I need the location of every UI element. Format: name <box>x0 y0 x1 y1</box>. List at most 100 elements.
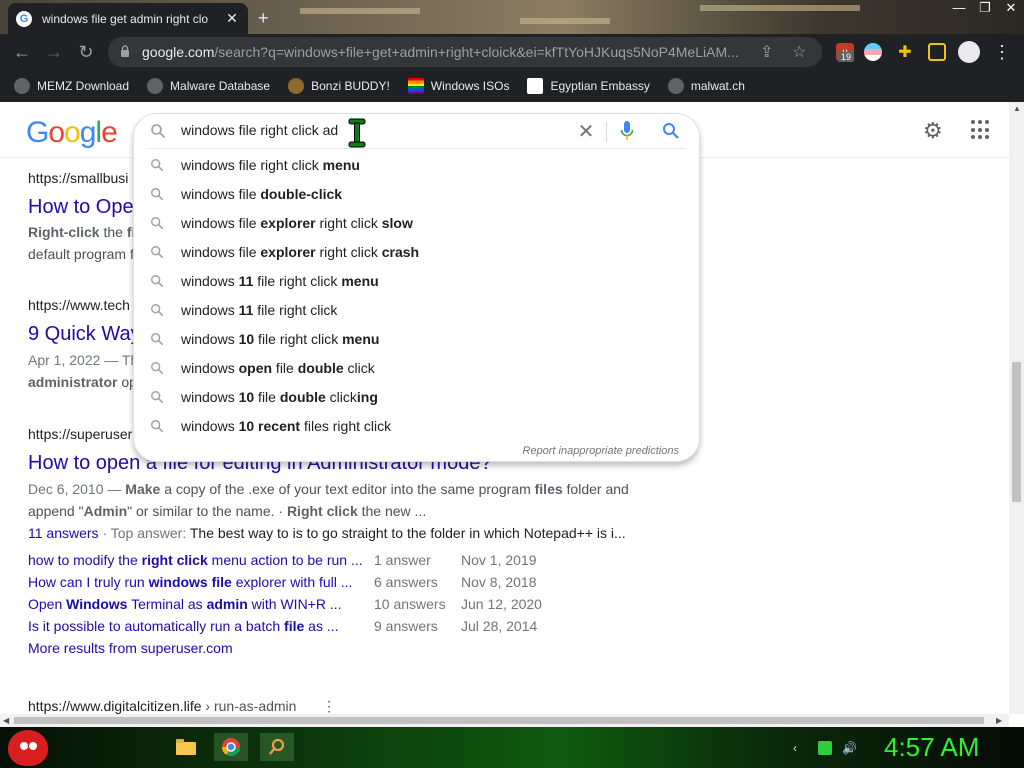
bookmark-malware-database[interactable]: Malware Database <box>147 78 270 94</box>
suggestion-item[interactable]: windows open file double click <box>134 354 699 383</box>
side-panel-icon[interactable] <box>928 43 946 61</box>
google-favicon-icon: G <box>16 10 32 27</box>
minimize-icon[interactable]: — <box>952 0 966 16</box>
suggestion-item[interactable]: windows file right click menu <box>134 151 699 180</box>
suggestion-text: windows file right click menu <box>181 157 360 173</box>
search-submit-icon[interactable] <box>662 122 680 140</box>
bookmark-memz[interactable]: MEMZ Download <box>14 78 129 94</box>
sub-result-link[interactable]: How can I truly run windows file explore… <box>28 574 352 590</box>
link-text: How can I truly run <box>28 574 149 590</box>
result-title[interactable]: 9 Quick Way <box>28 323 141 346</box>
restore-icon[interactable]: ❐ <box>978 0 992 16</box>
result-menu-icon[interactable]: ⋮ <box>322 698 336 715</box>
bookmark-malwatch[interactable]: malwat.ch <box>667 78 745 94</box>
bookmark-egyptian-embassy[interactable]: Egyptian Embassy <box>527 78 650 94</box>
profile-avatar-icon[interactable] <box>958 41 980 63</box>
logo-letter: o <box>48 116 65 149</box>
close-window-icon[interactable]: ✕ <box>1004 0 1018 16</box>
search-input[interactable] <box>181 122 581 138</box>
link-text: Is it possible to automatically run a ba… <box>28 618 285 634</box>
google-logo[interactable]: Google <box>26 116 118 150</box>
flag-extension-icon[interactable] <box>864 43 882 61</box>
tab-close-icon[interactable]: ✕ <box>224 10 240 27</box>
start-button-angry-bird-icon[interactable] <box>8 730 48 766</box>
taskbar-clock[interactable]: 4:57 AM <box>884 732 979 763</box>
file-explorer-icon[interactable] <box>172 733 200 761</box>
suggestion-item[interactable]: windows 10 recent files right click <box>134 412 699 441</box>
more-results-row[interactable]: More results from superuser.com <box>28 640 233 656</box>
top-answer-line: 11 answers · Top answer: The best way to… <box>28 522 626 544</box>
sub-result-link[interactable]: Open Windows Terminal as admin with WIN+… <box>28 596 342 612</box>
suggestion-item[interactable]: windows file explorer right click slow <box>134 209 699 238</box>
bookmarks-bar: MEMZ Download Malware Database Bonzi BUD… <box>0 70 1024 102</box>
suggestion-item[interactable]: windows 10 file right click menu <box>134 325 699 354</box>
suggestion-plain: click <box>343 360 375 376</box>
suggestion-plain: windows <box>181 273 239 289</box>
sub-result-link[interactable]: how to modify the right click menu actio… <box>28 552 363 568</box>
volume-icon[interactable]: 🔊 <box>842 741 857 755</box>
search-suggestion-dropdown: ✕ windows file right click menu windows f… <box>133 113 700 462</box>
address-bar[interactable]: google.com/search?q=windows+file+get+adm… <box>108 37 822 67</box>
suggestion-plain: windows <box>181 389 239 405</box>
bonzi-icon <box>288 78 305 94</box>
tab-title: windows file get admin right clo <box>42 11 209 26</box>
suggestion-bold: slow <box>381 215 413 231</box>
menu-kebab-icon[interactable]: ⋮ <box>990 40 1014 64</box>
share-icon[interactable]: ⇪ <box>760 42 773 62</box>
more-results-link[interactable]: More results from superuser.com <box>28 640 233 656</box>
suggestion-plain: windows <box>181 331 239 347</box>
active-tab[interactable]: G windows file get admin right clo ✕ <box>8 3 248 34</box>
puzzle-extensions-icon[interactable]: ✚ <box>896 43 914 61</box>
chrome-taskbar-icon[interactable] <box>214 733 248 761</box>
suggestion-text: windows file explorer right click crash <box>181 244 419 260</box>
new-tab-button[interactable]: + <box>258 8 269 29</box>
scroll-left-arrow-icon[interactable]: ◀ <box>3 716 9 725</box>
suggestion-item[interactable]: windows 11 file right click menu <box>134 267 699 296</box>
microphone-icon[interactable] <box>620 120 634 142</box>
search-taskbar-icon[interactable] <box>260 733 294 761</box>
scroll-up-arrow-icon[interactable]: ▲ <box>1013 104 1021 113</box>
top-answer-text: The best way to is to go straight to the… <box>189 525 626 541</box>
scroll-thumb[interactable] <box>14 717 984 724</box>
sub-result-link[interactable]: Is it possible to automatically run a ba… <box>28 618 339 634</box>
link-bold: admin <box>206 596 248 612</box>
scroll-thumb[interactable] <box>1012 362 1021 502</box>
snippet-text: the <box>99 224 127 240</box>
tray-overflow-icon[interactable]: ‹ <box>793 741 807 755</box>
search-icon <box>151 304 164 317</box>
result-cite[interactable]: https://superuser <box>28 426 132 442</box>
search-icon <box>151 246 164 259</box>
scroll-right-arrow-icon[interactable]: ▶ <box>996 716 1002 725</box>
suggestion-item[interactable]: windows file double-click <box>134 180 699 209</box>
report-predictions-link[interactable]: Report inappropriate predictions <box>522 445 679 457</box>
settings-gear-icon[interactable]: ⚙ <box>923 118 947 143</box>
link-text: how to modify the <box>28 552 142 568</box>
result-cite[interactable]: https://www.tech <box>28 297 130 313</box>
suggestion-item[interactable]: windows file explorer right click crash <box>134 238 699 267</box>
clear-search-icon[interactable]: ✕ <box>576 119 596 144</box>
suggestion-item[interactable]: windows 11 file right click <box>134 296 699 325</box>
result-cite[interactable]: https://www.digitalcitizen.life › run-as… <box>28 698 296 714</box>
forward-arrow-icon[interactable]: → <box>42 40 66 64</box>
network-icon[interactable] <box>818 741 832 755</box>
sub-result-date: Jul 28, 2014 <box>461 618 538 634</box>
suggestion-plain: file <box>254 389 280 405</box>
horizontal-scrollbar[interactable]: ◀ ▶ <box>0 714 1009 727</box>
bird-eye <box>29 742 37 750</box>
window-controls: — ❐ ✕ <box>952 0 1018 16</box>
bookmark-windows-isos[interactable]: Windows ISOs <box>407 78 509 94</box>
suggestion-plain: right click <box>315 215 382 231</box>
bookmark-star-icon[interactable]: ☆ <box>792 42 806 62</box>
answers-link[interactable]: 11 answers <box>28 525 99 541</box>
result-title[interactable]: How to Ope <box>28 196 134 219</box>
extension-badge: 19 <box>838 52 855 62</box>
link-text: with WIN+R ... <box>247 596 342 612</box>
result-cite[interactable]: https://smallbusi <box>28 170 128 186</box>
reload-icon[interactable]: ↻ <box>74 40 98 64</box>
back-arrow-icon[interactable]: ← <box>10 40 34 64</box>
bookmark-bonzi-buddy[interactable]: Bonzi BUDDY! <box>288 78 390 94</box>
url-text[interactable]: google.com/search?q=windows+file+get+adm… <box>142 44 752 60</box>
suggestion-item[interactable]: windows 10 file double clicking <box>134 383 699 412</box>
google-apps-icon[interactable] <box>971 120 991 140</box>
vertical-scrollbar[interactable]: ▲ <box>1009 102 1024 714</box>
